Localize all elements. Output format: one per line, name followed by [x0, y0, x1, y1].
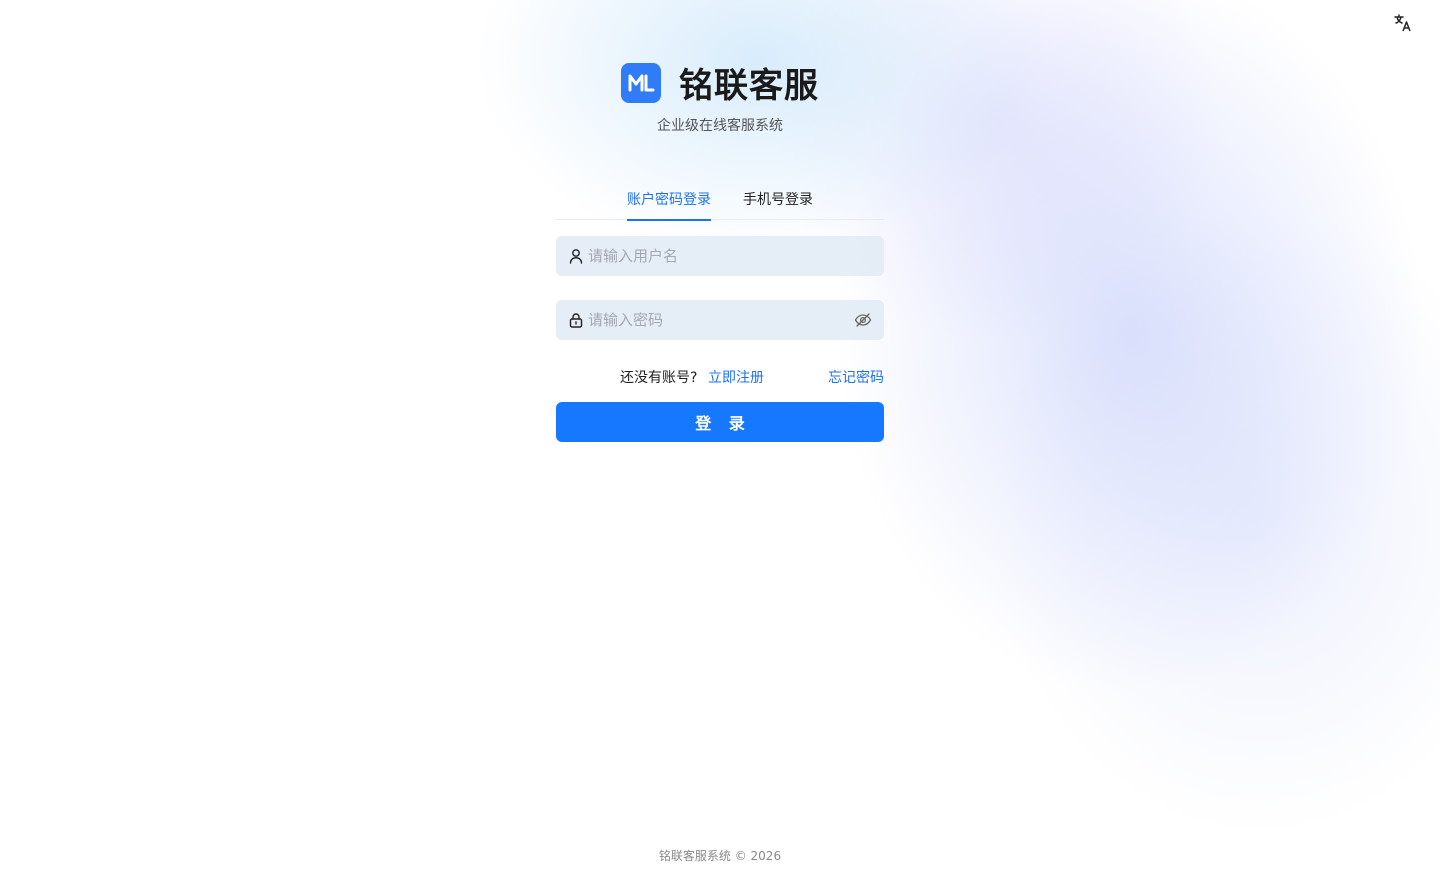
- no-account-text: 还没有账号?: [620, 370, 698, 386]
- login-tabs: 账户密码登录 手机号登录: [556, 180, 884, 221]
- login-button[interactable]: 登 录: [556, 402, 884, 442]
- lock-icon: [568, 312, 584, 328]
- language-switch-button[interactable]: [1392, 12, 1414, 34]
- ml-logo-icon: [621, 62, 661, 103]
- eye-off-icon[interactable]: [854, 311, 872, 329]
- footer-copyright: 铭联客服系统 © 2026: [658, 849, 782, 863]
- user-icon: [568, 248, 584, 264]
- password-field: [556, 300, 884, 340]
- translate-icon: [1394, 14, 1411, 32]
- login-page: 铭联客服 企业级在线客服系统 账户密码登录 手机号登录 请输入用户名 还没有账号…: [0, 0, 1440, 880]
- app-subtitle: 企业级在线客服系统: [657, 118, 783, 134]
- username-input[interactable]: [588, 247, 872, 265]
- tab-phone-login[interactable]: 手机号登录: [743, 180, 813, 220]
- login-form: 账户密码登录 手机号登录 请输入用户名 还没有账号? 立即注册 忘记密码 登 录: [556, 180, 884, 442]
- login-links: 还没有账号? 立即注册 忘记密码: [556, 367, 884, 387]
- username-field: [556, 236, 884, 276]
- tab-account-password[interactable]: 账户密码登录: [627, 180, 711, 221]
- password-input[interactable]: [588, 311, 854, 329]
- forgot-password-link[interactable]: 忘记密码: [828, 367, 884, 387]
- register-link[interactable]: 立即注册: [708, 367, 764, 387]
- app-title: 铭联客服: [679, 66, 819, 106]
- brand-header: 铭联客服: [0, 58, 1440, 107]
